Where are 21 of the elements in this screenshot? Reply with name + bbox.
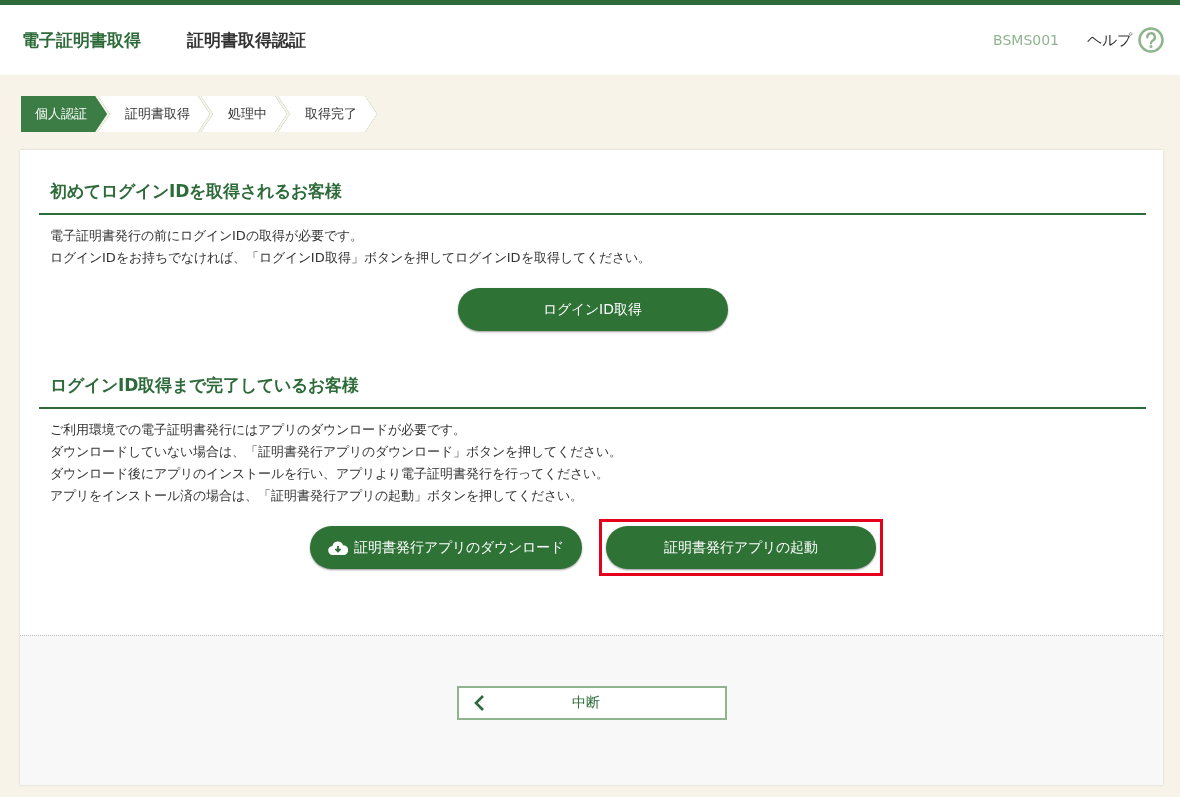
- screen-code: BSMS001: [993, 32, 1059, 48]
- section-heading: ログインID取得まで完了しているお客様: [39, 364, 1146, 409]
- screen-title: 証明書取得認証: [187, 28, 306, 52]
- instruction-text: ご利用環境での電子証明書発行にはアプリのダウンロードが必要です。: [50, 421, 467, 439]
- action-button[interactable]: 証明書発行アプリの起動: [605, 526, 876, 569]
- help-icon[interactable]: [1138, 27, 1164, 53]
- instruction-text: 電子証明書発行の前にログインIDの取得が必要です。: [50, 227, 364, 245]
- progress-step: 取得完了: [278, 96, 377, 132]
- instruction-text: ログインIDをお持ちでなければ、「ログインID取得」ボタンを押してログインIDを取得してください。: [50, 249, 652, 267]
- action-button[interactable]: ログインID取得: [457, 288, 728, 331]
- page-title: 電子証明書取得: [22, 28, 141, 52]
- instruction-text: アプリをインストール済の場合は、「証明書発行アプリの起動」ボタンを押してください。: [50, 487, 584, 505]
- chevron-left-icon: [472, 694, 485, 712]
- cancel-button[interactable]: 中断: [456, 686, 727, 720]
- cloud-download-icon: [327, 540, 348, 555]
- help-link[interactable]: ヘルプ: [1087, 30, 1132, 50]
- progress-step: 証明書取得: [98, 96, 210, 132]
- instruction-text: ダウンロードしていない場合は、「証明書発行アプリのダウンロード」ボタンを押してください。: [50, 443, 623, 461]
- download-button[interactable]: 証明書発行アプリのダウンロード: [309, 526, 582, 569]
- section-heading: 初めてログインIDを取得されるお客様: [39, 170, 1146, 215]
- instruction-text: ダウンロード後にアプリのインストールを行い、アプリより電子証明書発行を行ってください。: [50, 465, 610, 483]
